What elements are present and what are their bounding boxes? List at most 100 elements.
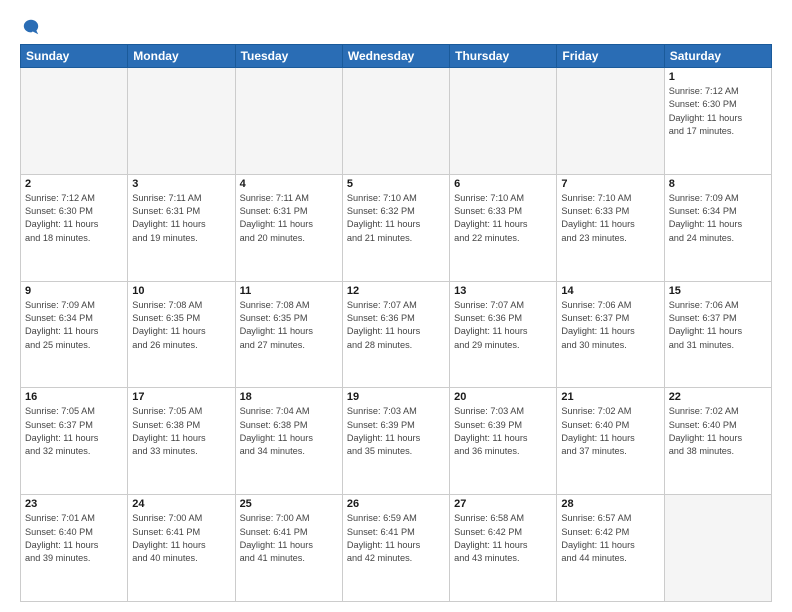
calendar-cell: 23 Sunrise: 7:01 AM Sunset: 6:40 PM Dayli… <box>21 495 128 602</box>
day-info: Sunrise: 7:02 AM Sunset: 6:40 PM Dayligh… <box>561 405 659 458</box>
calendar-cell: 13 Sunrise: 7:07 AM Sunset: 6:36 PM Dayli… <box>450 281 557 388</box>
calendar-cell: 9 Sunrise: 7:09 AM Sunset: 6:34 PM Daylig… <box>21 281 128 388</box>
calendar-cell: 14Sunrise: 7:06 AM Sunset: 6:37 PM Dayli… <box>557 281 664 388</box>
weekday-header: Thursday <box>450 45 557 68</box>
calendar-cell <box>557 68 664 175</box>
calendar-cell: 20 Sunrise: 7:03 AM Sunset: 6:39 PM Dayli… <box>450 388 557 495</box>
day-number: 12 <box>347 285 445 297</box>
weekday-header: Sunday <box>21 45 128 68</box>
calendar-cell: 10 Sunrise: 7:08 AM Sunset: 6:35 PM Dayli… <box>128 281 235 388</box>
day-number: 21 <box>561 391 659 403</box>
day-info: Sunrise: 7:09 AM Sunset: 6:34 PM Dayligh… <box>25 299 123 352</box>
day-number: 2 <box>25 178 123 190</box>
day-info: Sunrise: 7:07 AM Sunset: 6:36 PM Dayligh… <box>454 299 552 352</box>
day-number: 8 <box>669 178 767 190</box>
day-info: Sunrise: 7:05 AM Sunset: 6:37 PM Dayligh… <box>25 405 123 458</box>
day-number: 25 <box>240 498 338 510</box>
day-number: 10 <box>132 285 230 297</box>
calendar-cell: 2 Sunrise: 7:12 AM Sunset: 6:30 PM Daylig… <box>21 174 128 281</box>
calendar-cell: 22 Sunrise: 7:02 AM Sunset: 6:40 PM Dayli… <box>664 388 771 495</box>
calendar-cell: 15 Sunrise: 7:06 AM Sunset: 6:37 PM Dayli… <box>664 281 771 388</box>
weekday-header: Friday <box>557 45 664 68</box>
day-number: 23 <box>25 498 123 510</box>
day-number: 19 <box>347 391 445 403</box>
day-info: Sunrise: 7:06 AM Sunset: 6:37 PM Dayligh… <box>561 299 659 352</box>
day-info: Sunrise: 7:08 AM Sunset: 6:35 PM Dayligh… <box>132 299 230 352</box>
day-info: Sunrise: 7:08 AM Sunset: 6:35 PM Dayligh… <box>240 299 338 352</box>
day-number: 27 <box>454 498 552 510</box>
page: SundayMondayTuesdayWednesdayThursdayFrid… <box>0 0 792 612</box>
calendar-cell: 11 Sunrise: 7:08 AM Sunset: 6:35 PM Dayli… <box>235 281 342 388</box>
calendar-cell: 3 Sunrise: 7:11 AM Sunset: 6:31 PM Daylig… <box>128 174 235 281</box>
calendar-cell: 5 Sunrise: 7:10 AM Sunset: 6:32 PM Daylig… <box>342 174 449 281</box>
weekday-header: Wednesday <box>342 45 449 68</box>
day-number: 17 <box>132 391 230 403</box>
calendar-cell: 16 Sunrise: 7:05 AM Sunset: 6:37 PM Dayli… <box>21 388 128 495</box>
day-info: Sunrise: 7:03 AM Sunset: 6:39 PM Dayligh… <box>454 405 552 458</box>
calendar-cell <box>128 68 235 175</box>
day-number: 18 <box>240 391 338 403</box>
day-info: Sunrise: 7:12 AM Sunset: 6:30 PM Dayligh… <box>669 85 767 138</box>
day-info: Sunrise: 7:11 AM Sunset: 6:31 PM Dayligh… <box>240 192 338 245</box>
calendar-cell: 12 Sunrise: 7:07 AM Sunset: 6:36 PM Dayli… <box>342 281 449 388</box>
day-info: Sunrise: 7:03 AM Sunset: 6:39 PM Dayligh… <box>347 405 445 458</box>
day-number: 28 <box>561 498 659 510</box>
calendar-cell <box>450 68 557 175</box>
logo <box>20 18 40 36</box>
calendar-cell: 27 Sunrise: 6:58 AM Sunset: 6:42 PM Dayli… <box>450 495 557 602</box>
calendar-table: SundayMondayTuesdayWednesdayThursdayFrid… <box>20 44 772 602</box>
calendar-cell <box>342 68 449 175</box>
logo-icon <box>22 18 40 36</box>
weekday-header: Monday <box>128 45 235 68</box>
day-info: Sunrise: 6:57 AM Sunset: 6:42 PM Dayligh… <box>561 512 659 565</box>
day-info: Sunrise: 7:05 AM Sunset: 6:38 PM Dayligh… <box>132 405 230 458</box>
calendar-cell <box>664 495 771 602</box>
day-number: 4 <box>240 178 338 190</box>
day-info: Sunrise: 7:10 AM Sunset: 6:33 PM Dayligh… <box>454 192 552 245</box>
day-number: 16 <box>25 391 123 403</box>
day-info: Sunrise: 7:02 AM Sunset: 6:40 PM Dayligh… <box>669 405 767 458</box>
day-info: Sunrise: 6:58 AM Sunset: 6:42 PM Dayligh… <box>454 512 552 565</box>
calendar-cell: 21 Sunrise: 7:02 AM Sunset: 6:40 PM Dayli… <box>557 388 664 495</box>
day-number: 3 <box>132 178 230 190</box>
weekday-header: Saturday <box>664 45 771 68</box>
day-info: Sunrise: 7:09 AM Sunset: 6:34 PM Dayligh… <box>669 192 767 245</box>
day-number: 13 <box>454 285 552 297</box>
day-info: Sunrise: 7:10 AM Sunset: 6:32 PM Dayligh… <box>347 192 445 245</box>
day-info: Sunrise: 7:12 AM Sunset: 6:30 PM Dayligh… <box>25 192 123 245</box>
day-number: 7 <box>561 178 659 190</box>
day-number: 20 <box>454 391 552 403</box>
logo-text <box>20 18 40 36</box>
calendar-cell: 4 Sunrise: 7:11 AM Sunset: 6:31 PM Daylig… <box>235 174 342 281</box>
calendar-cell: 18 Sunrise: 7:04 AM Sunset: 6:38 PM Dayli… <box>235 388 342 495</box>
calendar-cell: 19 Sunrise: 7:03 AM Sunset: 6:39 PM Dayli… <box>342 388 449 495</box>
day-number: 26 <box>347 498 445 510</box>
calendar-cell <box>21 68 128 175</box>
calendar-cell: 6 Sunrise: 7:10 AM Sunset: 6:33 PM Daylig… <box>450 174 557 281</box>
day-info: Sunrise: 7:06 AM Sunset: 6:37 PM Dayligh… <box>669 299 767 352</box>
day-number: 9 <box>25 285 123 297</box>
day-info: Sunrise: 7:10 AM Sunset: 6:33 PM Dayligh… <box>561 192 659 245</box>
day-number: 24 <box>132 498 230 510</box>
day-info: Sunrise: 7:11 AM Sunset: 6:31 PM Dayligh… <box>132 192 230 245</box>
day-info: Sunrise: 7:07 AM Sunset: 6:36 PM Dayligh… <box>347 299 445 352</box>
day-number: 1 <box>669 71 767 83</box>
calendar-cell: 26Sunrise: 6:59 AM Sunset: 6:41 PM Dayli… <box>342 495 449 602</box>
calendar-cell: 28 Sunrise: 6:57 AM Sunset: 6:42 PM Dayli… <box>557 495 664 602</box>
calendar-cell: 8 Sunrise: 7:09 AM Sunset: 6:34 PM Daylig… <box>664 174 771 281</box>
day-number: 15 <box>669 285 767 297</box>
calendar-cell <box>235 68 342 175</box>
day-number: 5 <box>347 178 445 190</box>
day-number: 11 <box>240 285 338 297</box>
day-info: Sunrise: 7:00 AM Sunset: 6:41 PM Dayligh… <box>240 512 338 565</box>
calendar-cell: 7 Sunrise: 7:10 AM Sunset: 6:33 PM Daylig… <box>557 174 664 281</box>
calendar-cell: 24 Sunrise: 7:00 AM Sunset: 6:41 PM Dayli… <box>128 495 235 602</box>
header <box>20 18 772 36</box>
weekday-header: Tuesday <box>235 45 342 68</box>
calendar-cell: 17 Sunrise: 7:05 AM Sunset: 6:38 PM Dayli… <box>128 388 235 495</box>
day-number: 22 <box>669 391 767 403</box>
day-info: Sunrise: 7:04 AM Sunset: 6:38 PM Dayligh… <box>240 405 338 458</box>
day-info: Sunrise: 7:00 AM Sunset: 6:41 PM Dayligh… <box>132 512 230 565</box>
day-info: Sunrise: 7:01 AM Sunset: 6:40 PM Dayligh… <box>25 512 123 565</box>
day-number: 6 <box>454 178 552 190</box>
